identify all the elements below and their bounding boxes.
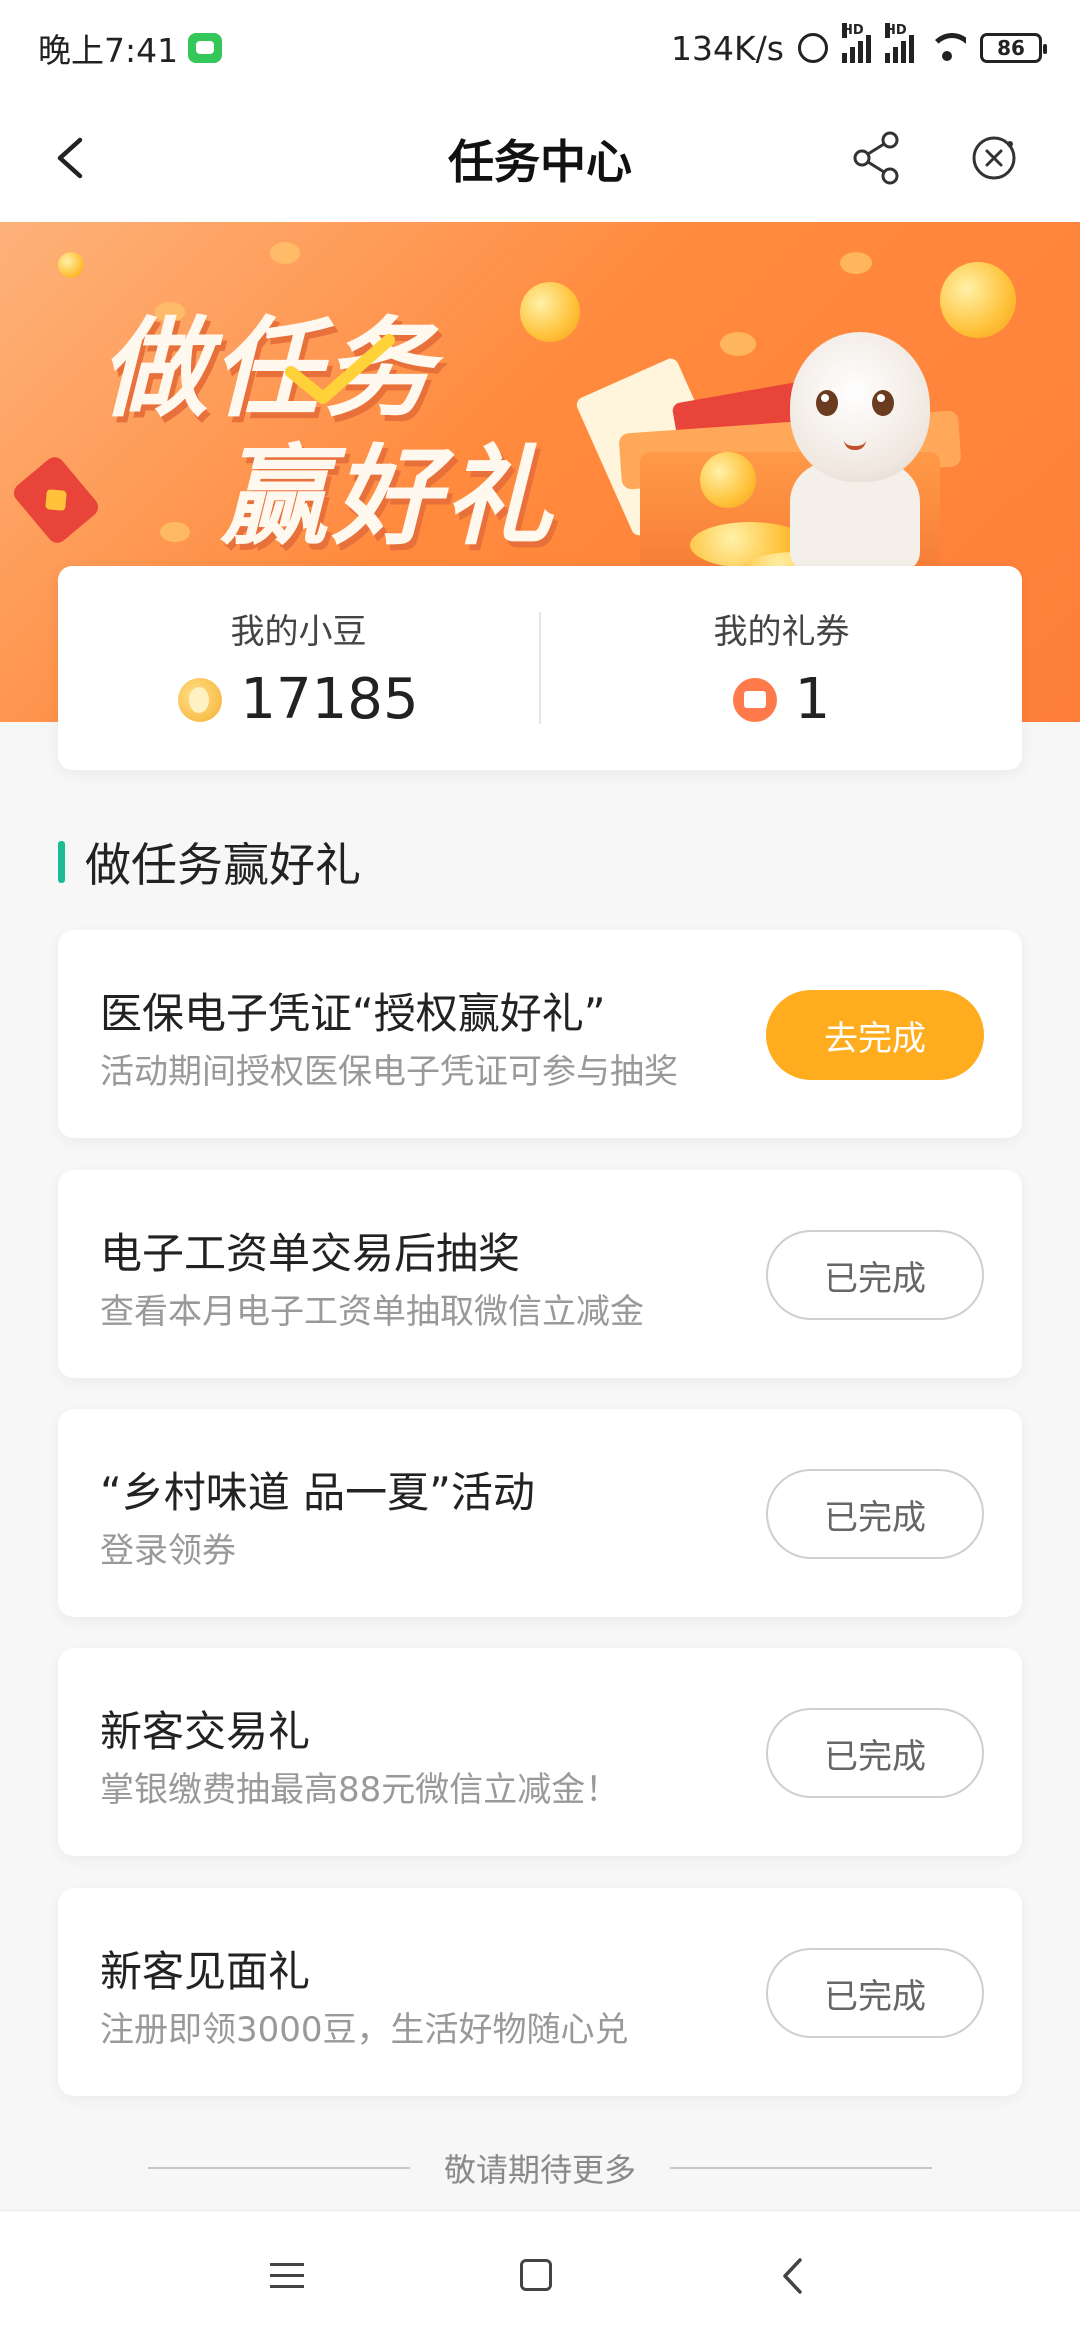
coupon-icon: [732, 677, 777, 722]
task-desc: 掌银缴费抽最高88元微信立减金！: [100, 1770, 620, 1810]
hd-label: HD: [842, 23, 864, 38]
bean-decoration: [840, 252, 872, 274]
page-title: 任务中心: [448, 135, 632, 189]
status-bar: 晚上7:41 134K/s HD HD 86: [0, 0, 1080, 96]
task-title: “乡村味道 品一夏”活动: [100, 1468, 535, 1517]
mascot-eye: [872, 390, 894, 416]
section-header: 做任务赢好礼: [58, 832, 361, 892]
task-title: 医保电子凭证“授权赢好礼”: [100, 989, 606, 1038]
system-nav-bar: [0, 2210, 1080, 2340]
coin-decoration: [58, 252, 84, 278]
back-arrow-icon[interactable]: [50, 136, 94, 180]
signal-2-icon: HD: [885, 23, 914, 63]
completed-button[interactable]: 已完成: [766, 1469, 984, 1559]
hd-label: HD: [885, 23, 907, 38]
more-coming-divider: 敬请期待更多: [148, 2140, 933, 2196]
beans-value: 17185: [240, 667, 419, 732]
close-mini-program-icon[interactable]: [966, 130, 1022, 186]
coin-decoration: [520, 282, 580, 342]
bean-decoration: [720, 332, 756, 356]
task-card: 电子工资单交易后抽奖 查看本月电子工资单抽取微信立减金 已完成: [58, 1170, 1022, 1378]
wifi-icon: [928, 33, 966, 63]
coupons-value: 1: [794, 667, 831, 732]
mascot-eye: [816, 390, 838, 416]
task-card: 新客见面礼 注册即领3000豆，生活好物随心兑 已完成: [58, 1888, 1022, 2096]
task-desc: 登录领券: [100, 1531, 236, 1571]
home-icon[interactable]: [520, 2259, 552, 2291]
red-packet-decoration: [9, 453, 103, 547]
battery-icon: 86: [980, 33, 1047, 63]
share-icon[interactable]: [850, 130, 906, 186]
task-title: 新客见面礼: [100, 1947, 311, 1996]
alarm-icon: [798, 33, 828, 63]
task-desc: 活动期间授权医保电子凭证可参与抽奖: [100, 1052, 678, 1092]
system-back-icon[interactable]: [780, 2257, 804, 2295]
task-card: 医保电子凭证“授权赢好礼” 活动期间授权医保电子凭证可参与抽奖 去完成: [58, 930, 1022, 1138]
divider-line: [148, 2167, 410, 2169]
message-notification-icon: [188, 33, 223, 63]
coin-decoration: [940, 262, 1016, 338]
bean-decoration: [160, 522, 190, 542]
more-coming-text: 敬请期待更多: [444, 2151, 637, 2189]
coupons-summary[interactable]: 我的礼券 1: [541, 566, 1022, 770]
task-card: 新客交易礼 掌银缴费抽最高88元微信立减金！ 已完成: [58, 1648, 1022, 1856]
task-desc: 查看本月电子工资单抽取微信立减金: [100, 1292, 644, 1332]
check-mark-icon: [285, 334, 395, 404]
battery-level: 86: [997, 36, 1025, 60]
mascot-icon: [790, 332, 930, 482]
task-desc: 注册即领3000豆，生活好物随心兑: [100, 2010, 629, 2050]
task-title: 电子工资单交易后抽奖: [100, 1229, 521, 1278]
coin-decoration: [700, 452, 756, 508]
status-time: 晚上7:41: [38, 31, 179, 70]
bean-decoration: [270, 242, 300, 264]
task-card: “乡村味道 品一夏”活动 登录领券 已完成: [58, 1409, 1022, 1617]
network-speed: 134K/s: [671, 28, 784, 68]
divider-line: [670, 2167, 933, 2169]
section-title: 做任务赢好礼: [85, 838, 361, 892]
assets-card: 我的小豆 17185 我的礼券 1: [58, 566, 1022, 770]
bean-icon: [178, 677, 223, 722]
go-complete-button[interactable]: 去完成: [766, 990, 984, 1080]
section-accent-bar: [58, 841, 65, 883]
coupons-label: 我的礼券: [713, 612, 850, 652]
beans-label: 我的小豆: [230, 612, 367, 652]
nav-bar: 任务中心: [0, 96, 1080, 222]
signal-1-icon: HD: [842, 23, 871, 63]
recent-apps-icon[interactable]: [270, 2263, 304, 2289]
completed-button[interactable]: 已完成: [766, 1948, 984, 2038]
beans-summary[interactable]: 我的小豆 17185: [58, 566, 539, 770]
task-title: 新客交易礼: [100, 1707, 311, 1756]
banner-slogan-line2: 赢好礼: [220, 435, 557, 560]
completed-button[interactable]: 已完成: [766, 1230, 984, 1320]
completed-button[interactable]: 已完成: [766, 1708, 984, 1798]
